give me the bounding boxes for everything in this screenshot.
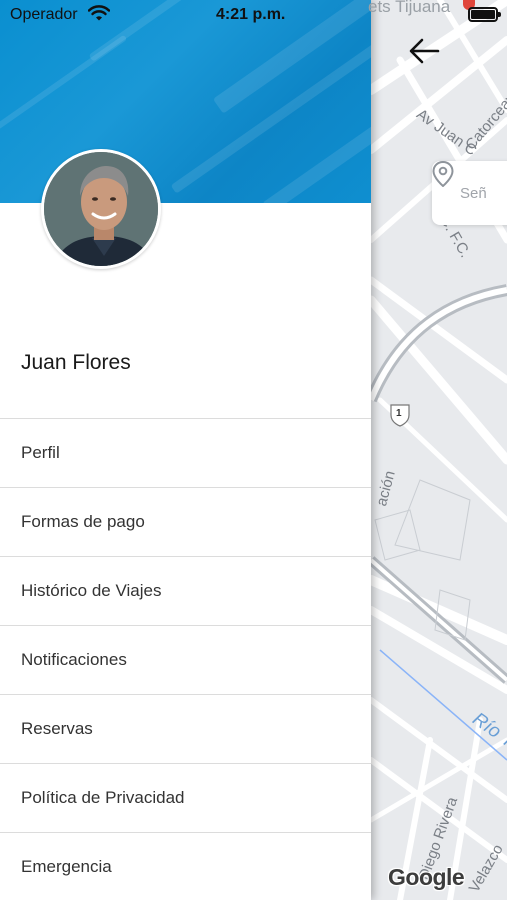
user-name: Juan Flores [21,351,131,374]
menu-item-label: Perfil [21,443,60,462]
menu-item-notificaciones[interactable]: Notificaciones [0,625,371,694]
menu-item-historico-de-viajes[interactable]: Histórico de Viajes [0,556,371,625]
menu-item-label: Reservas [21,719,93,738]
map-place-label: ets Tijuana [368,0,451,16]
menu-item-label: Notificaciones [21,650,127,669]
destination-search[interactable]: Señ [432,161,507,225]
menu-item-reservas[interactable]: Reservas [0,694,371,763]
google-logo: Google [388,864,465,890]
avatar[interactable] [41,149,161,269]
highway-shield-label: 1 [396,408,402,419]
drawer-menu: Perfil Formas de pago Histórico de Viaje… [0,418,371,900]
menu-item-label: Emergencia [21,857,112,876]
menu-item-perfil[interactable]: Perfil [0,418,371,487]
menu-item-label: Formas de pago [21,512,145,531]
menu-item-label: Histórico de Viajes [21,581,162,600]
search-placeholder: Señ [460,184,487,202]
carrier-label: Operador [10,6,78,23]
wifi-icon [87,5,111,26]
battery-icon [468,7,501,22]
menu-item-formas-de-pago[interactable]: Formas de pago [0,487,371,556]
status-time: 4:21 p.m. [216,6,286,23]
side-drawer: Juan Flores Perfil Formas de pago Histór… [0,0,371,900]
status-bar: Operador 4:21 p.m. ets Tijuana [0,0,507,30]
menu-item-label: Política de Privacidad [21,788,185,807]
back-button[interactable] [408,37,448,77]
menu-item-politica-de-privacidad[interactable]: Política de Privacidad [0,763,371,832]
menu-item-emergencia[interactable]: Emergencia [0,832,371,900]
